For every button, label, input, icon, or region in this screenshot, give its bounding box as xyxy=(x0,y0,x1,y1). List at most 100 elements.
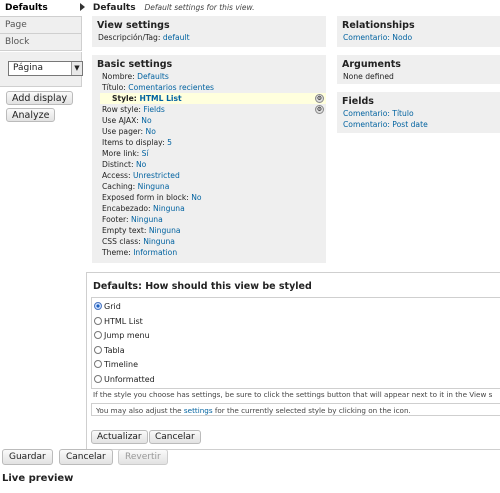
settings-link[interactable]: settings xyxy=(184,406,213,415)
setting-value-link[interactable]: No xyxy=(191,193,201,202)
basic-settings-panel: Basic settings Nombre: Defaults Título: C… xyxy=(92,55,326,263)
gear-icon[interactable]: ⚙ xyxy=(315,94,324,103)
relationships-title: Relationships xyxy=(342,20,415,31)
cancel-button[interactable]: Cancelar xyxy=(59,449,113,465)
setting-label: Distinct: xyxy=(102,160,134,169)
style-adjust-note: You may also adjust the settings for the… xyxy=(91,403,500,416)
display-type-box: Página ▼ xyxy=(0,52,83,87)
style-form: Defaults: How should this view be styled… xyxy=(86,272,500,450)
setting-label: More link: xyxy=(102,149,140,158)
live-preview-heading: Live preview xyxy=(2,473,74,484)
analyze-button[interactable]: Analyze xyxy=(6,108,56,122)
setting-label: Empty text: xyxy=(102,226,147,235)
setting-value-link[interactable]: Unrestricted xyxy=(133,171,180,180)
tab-page[interactable]: Page xyxy=(0,17,82,34)
radio-button[interactable] xyxy=(94,374,102,383)
style-option-label: Unformatted xyxy=(104,374,155,384)
update-button[interactable]: Actualizar xyxy=(91,430,148,444)
chevron-down-icon: ▼ xyxy=(71,62,82,75)
view-settings-tag-row: Descripción/Tag: default xyxy=(92,32,326,43)
tab-defaults[interactable]: Defaults xyxy=(0,0,82,17)
setting-label: Style: xyxy=(112,94,137,103)
page-title: Defaults Default settings for this view. xyxy=(80,3,255,13)
field-link-post-date[interactable]: Comentario: Post date xyxy=(343,120,428,129)
style-option-label: Grid xyxy=(104,302,121,311)
radio-button[interactable] xyxy=(94,302,102,310)
style-option[interactable]: Jump menu xyxy=(92,329,500,344)
setting-value-link[interactable]: Comentarios recientes xyxy=(128,83,214,92)
display-description: Default settings for this view. xyxy=(144,3,255,12)
setting-label: Caching: xyxy=(102,182,136,191)
arguments-title: Arguments xyxy=(342,59,401,70)
relationships-panel: Relationships Comentario: Nodo xyxy=(337,16,500,47)
tag-link[interactable]: default xyxy=(163,33,190,42)
basic-setting-row: Caching: Ninguna xyxy=(92,181,326,192)
basic-setting-row: Use pager: No xyxy=(92,126,326,137)
setting-label: Footer: xyxy=(102,215,129,224)
display-type-value: Página xyxy=(13,63,43,73)
style-option[interactable]: Tabla xyxy=(92,344,500,359)
style-option[interactable]: Grid xyxy=(92,300,500,315)
setting-label: Use pager: xyxy=(102,127,144,136)
setting-value-link[interactable]: Fields xyxy=(143,105,164,114)
basic-setting-row: Exposed form in block: No xyxy=(92,192,326,203)
setting-value-link[interactable]: Ninguna xyxy=(131,215,163,224)
setting-value-link[interactable]: HTML List xyxy=(140,94,182,103)
radio-button[interactable] xyxy=(94,360,102,368)
cancel-style-button[interactable]: Cancelar xyxy=(149,430,201,444)
view-settings-panel: View settings Descripción/Tag: default xyxy=(92,16,326,47)
radio-button[interactable] xyxy=(94,345,102,354)
setting-value-link[interactable]: Defaults xyxy=(137,72,169,81)
setting-value-link[interactable]: No xyxy=(146,127,156,136)
style-option-label: Tabla xyxy=(104,345,125,355)
display-type-select[interactable]: Página ▼ xyxy=(8,61,83,76)
setting-label: Título: xyxy=(102,83,126,92)
revert-button[interactable]: Revertir xyxy=(118,449,168,465)
setting-value-link[interactable]: Sí xyxy=(142,149,149,158)
style-form-title: Defaults: How should this view be styled xyxy=(93,281,312,292)
setting-value-link[interactable]: Information xyxy=(133,248,177,257)
display-tabs: Defaults Page Block xyxy=(0,0,82,51)
style-option-label: Jump menu xyxy=(104,331,150,340)
setting-value-link[interactable]: Ninguna xyxy=(143,237,175,246)
style-option[interactable]: HTML List xyxy=(92,315,500,330)
setting-value-link[interactable]: Ninguna xyxy=(138,182,170,191)
style-option[interactable]: Timeline xyxy=(92,358,500,373)
view-settings-title: View settings xyxy=(97,20,170,31)
style-options: Grid HTML List Jump menu Tabla Timeline Unfor… xyxy=(91,297,500,389)
basic-setting-row: Style: HTML List ⚙ ⚙ xyxy=(100,93,326,114)
basic-setting-row: Theme: Information xyxy=(92,247,326,258)
basic-settings-title: Basic settings xyxy=(97,59,173,70)
basic-setting-row: CSS class: Ninguna xyxy=(92,236,326,247)
setting-label: Access: xyxy=(102,171,131,180)
setting-value-link[interactable]: Ninguna xyxy=(149,226,181,235)
field-link-title[interactable]: Comentario: Título xyxy=(343,109,414,118)
basic-setting-row: Items to display: 5 xyxy=(92,137,326,148)
setting-value-link[interactable]: No xyxy=(141,116,151,125)
basic-setting-row: Footer: Ninguna xyxy=(92,214,326,225)
setting-label: Use AJAX: xyxy=(102,116,139,125)
save-button[interactable]: Guardar xyxy=(2,449,53,465)
triangle-right-icon xyxy=(80,3,85,11)
radio-button[interactable] xyxy=(94,331,102,339)
style-option-label: HTML List xyxy=(104,316,143,326)
arguments-panel: Arguments None defined xyxy=(337,55,500,84)
setting-value-link[interactable]: Ninguna xyxy=(153,204,185,213)
setting-value-link[interactable]: No xyxy=(136,160,146,169)
style-option[interactable]: Unformatted xyxy=(92,373,500,388)
radio-button[interactable] xyxy=(94,316,102,325)
basic-setting-row: Distinct: No xyxy=(92,159,326,170)
gear-icon[interactable]: ⚙ xyxy=(315,105,324,114)
setting-label: Row style: xyxy=(102,105,141,114)
setting-label: Items to display: xyxy=(102,138,165,147)
basic-setting-row: Row style: Fields xyxy=(92,104,326,115)
relationship-link[interactable]: Comentario: Nodo xyxy=(343,33,412,42)
setting-value-link[interactable]: 5 xyxy=(167,138,172,147)
style-option-label: Timeline xyxy=(104,360,139,369)
setting-label: Theme: xyxy=(102,248,131,257)
tab-block[interactable]: Block xyxy=(0,34,82,51)
basic-setting-row: Use AJAX: No xyxy=(92,115,326,126)
fields-panel: Fields Comentario: Título Comentario: Po… xyxy=(337,92,500,133)
add-display-button[interactable]: Add display xyxy=(6,91,74,105)
arguments-none: None defined xyxy=(343,72,394,81)
